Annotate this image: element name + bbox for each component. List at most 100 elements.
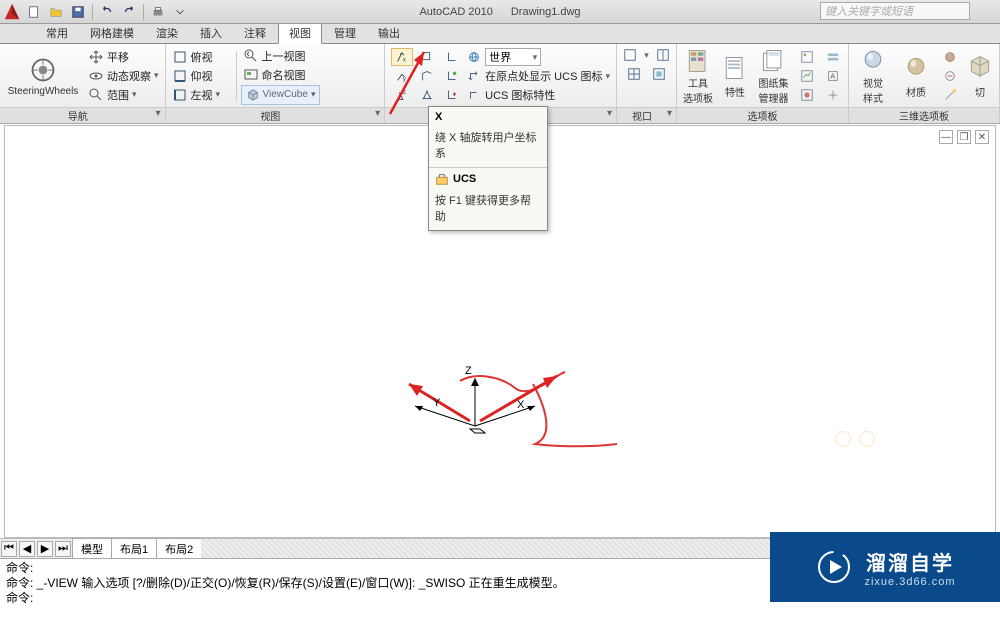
palette-i6-icon[interactable] — [822, 86, 844, 104]
panel-palette-title: 选项板 — [677, 107, 848, 123]
ucs-z-button[interactable]: z — [391, 86, 413, 104]
open-icon[interactable] — [46, 3, 66, 21]
canvas-window-controls: — ❐ ✕ — [939, 130, 989, 144]
app-menu-icon[interactable] — [0, 0, 24, 24]
material-button[interactable]: 材质 — [897, 47, 935, 105]
nav-preview — [835, 431, 875, 447]
axis-z-label: Z — [465, 366, 472, 377]
panel-nav-title: 导航▾ — [0, 107, 165, 123]
tooltip-desc: 绕 X 轴旋转用户坐标系 — [429, 127, 547, 167]
doc-name: Drawing1.dwg — [511, 6, 581, 18]
ucs-show-icon — [466, 68, 482, 84]
tab-annotate[interactable]: 注释 — [234, 23, 276, 43]
svg-text:y: y — [403, 75, 407, 82]
watermark-en: zixue.3d66.com — [864, 576, 955, 588]
redo-icon[interactable] — [119, 3, 139, 21]
app-name: AutoCAD 2010 — [419, 6, 492, 18]
ucs-icon: Y X Z — [385, 366, 645, 489]
left-view-button[interactable]: 左视▾ — [170, 86, 232, 104]
tab-mesh[interactable]: 网格建模 — [80, 23, 144, 43]
tab-render[interactable]: 渲染 — [146, 23, 188, 43]
vp-named-icon[interactable] — [623, 65, 645, 83]
svg-text:x: x — [403, 56, 406, 63]
ucs-face-button[interactable] — [416, 48, 438, 66]
vp-one-icon[interactable] — [619, 46, 641, 64]
tab-next-icon[interactable]: ▶ — [37, 541, 53, 557]
extents-button[interactable]: 范围▾ — [86, 86, 161, 104]
canvas-min-icon[interactable]: — — [939, 130, 953, 144]
qat-dropdown-icon[interactable] — [170, 3, 190, 21]
panel-nav: SteeringWheels 平移 动态观察▾ 范围▾ 导航▾ — [0, 44, 166, 123]
pan-button[interactable]: 平移 — [86, 48, 161, 66]
watermark-play-icon — [814, 547, 854, 587]
tab-home[interactable]: 常用 — [36, 23, 78, 43]
tab-view[interactable]: 视图 — [278, 22, 322, 44]
ucs-3p-button[interactable] — [416, 86, 438, 104]
ucs-x-tooltip: X 绕 X 轴旋转用户坐标系 UCS 按 F1 键获得更多帮助 — [428, 106, 548, 231]
quick-access-toolbar — [24, 3, 190, 21]
viz-i1-icon[interactable] — [939, 48, 961, 66]
axis-y-label: Y — [433, 397, 441, 409]
viewcube-button[interactable]: ViewCube▾ — [241, 85, 321, 105]
viz-i2-icon[interactable] — [939, 67, 961, 85]
panel-view-title: 视图▾ — [166, 107, 385, 123]
ucs-l-button[interactable] — [441, 48, 463, 66]
palette-i3-icon[interactable] — [796, 86, 818, 104]
panel-view: 俯视 仰视 左视▾ 上一视图 命名视图 ViewCube▾ 视图▾ — [166, 44, 386, 123]
ucs-props-button[interactable]: UCS 图标特性 — [485, 87, 555, 103]
tab-first-icon[interactable]: ⏮ — [1, 541, 17, 557]
ucs-combo[interactable]: 世界▾ — [485, 48, 541, 66]
bottom-view-button[interactable]: 仰视 — [170, 67, 232, 85]
properties-button[interactable]: 特性 — [719, 47, 751, 105]
svg-text:A: A — [830, 73, 835, 80]
visual-style-button[interactable]: 视觉 样式 — [853, 47, 893, 105]
orbit-button[interactable]: 动态观察▾ — [86, 67, 161, 85]
ucs-origin-button[interactable] — [416, 67, 438, 85]
ucs-show-label[interactable]: 在原点处显示 UCS 图标 — [485, 68, 602, 84]
vp-restore-icon[interactable] — [648, 65, 670, 83]
ucs-l3-button[interactable] — [441, 86, 463, 104]
steeringwheels-button[interactable]: SteeringWheels — [4, 47, 82, 105]
print-icon[interactable] — [148, 3, 168, 21]
tab-prev-icon[interactable]: ◀ — [19, 541, 35, 557]
palette-i4-icon[interactable] — [822, 48, 844, 66]
named-view-button[interactable]: 命名视图 — [241, 66, 321, 84]
undo-icon[interactable] — [97, 3, 117, 21]
title-bar: AutoCAD 2010 Drawing1.dwg 键入关键字或短语 — [0, 0, 1000, 24]
tooltip-ucs-row: UCS — [429, 168, 547, 190]
save-icon[interactable] — [68, 3, 88, 21]
ucs-x-button[interactable]: x — [391, 48, 413, 66]
ucs-l2-button[interactable] — [441, 67, 463, 85]
canvas-restore-icon[interactable]: ❐ — [957, 130, 971, 144]
tab-insert[interactable]: 插入 — [190, 23, 232, 43]
tab-model[interactable]: 模型 — [72, 538, 112, 560]
prev-view-button[interactable]: 上一视图 — [241, 47, 321, 65]
tooltip-title: X — [429, 107, 547, 127]
tab-layout2[interactable]: 布局2 — [156, 538, 202, 560]
new-icon[interactable] — [24, 3, 44, 21]
panel-viz3d: 视觉 样式 材质 切 三维选项板 — [849, 44, 1000, 123]
tab-last-icon[interactable]: ⏭ — [55, 541, 71, 557]
vp-join-icon[interactable] — [652, 46, 674, 64]
title-text: AutoCAD 2010 Drawing1.dwg — [419, 6, 580, 18]
palette-i1-icon[interactable] — [796, 48, 818, 66]
tab-manage[interactable]: 管理 — [324, 23, 366, 43]
palette-i5-icon[interactable]: A — [822, 67, 844, 85]
panel-viewport-title: 视口▾ — [617, 107, 676, 123]
viz-i3-icon[interactable] — [939, 86, 961, 104]
watermark-cn: 溜溜自学 — [866, 547, 954, 576]
tab-output[interactable]: 输出 — [368, 23, 410, 43]
search-input[interactable]: 键入关键字或短语 — [820, 2, 970, 20]
panel-viewport: ▾ 视口▾ — [617, 44, 677, 123]
tab-layout1[interactable]: 布局1 — [111, 538, 157, 560]
tooltip-help: 按 F1 键获得更多帮助 — [429, 190, 547, 230]
tool-palette-button[interactable]: 工具 选项板 — [681, 47, 715, 105]
canvas-close-icon[interactable]: ✕ — [975, 130, 989, 144]
sheetset-button[interactable]: 图纸集 管理器 — [755, 47, 792, 105]
ribbon-tabs: 常用 网格建模 渲染 插入 注释 视图 管理 输出 — [0, 24, 1000, 44]
palette-i2-icon[interactable] — [796, 67, 818, 85]
top-view-button[interactable]: 俯视 — [170, 48, 232, 66]
section-button[interactable]: 切 — [965, 47, 995, 105]
ucs-y-button[interactable]: y — [391, 67, 413, 85]
axis-x-label: X — [517, 399, 525, 411]
